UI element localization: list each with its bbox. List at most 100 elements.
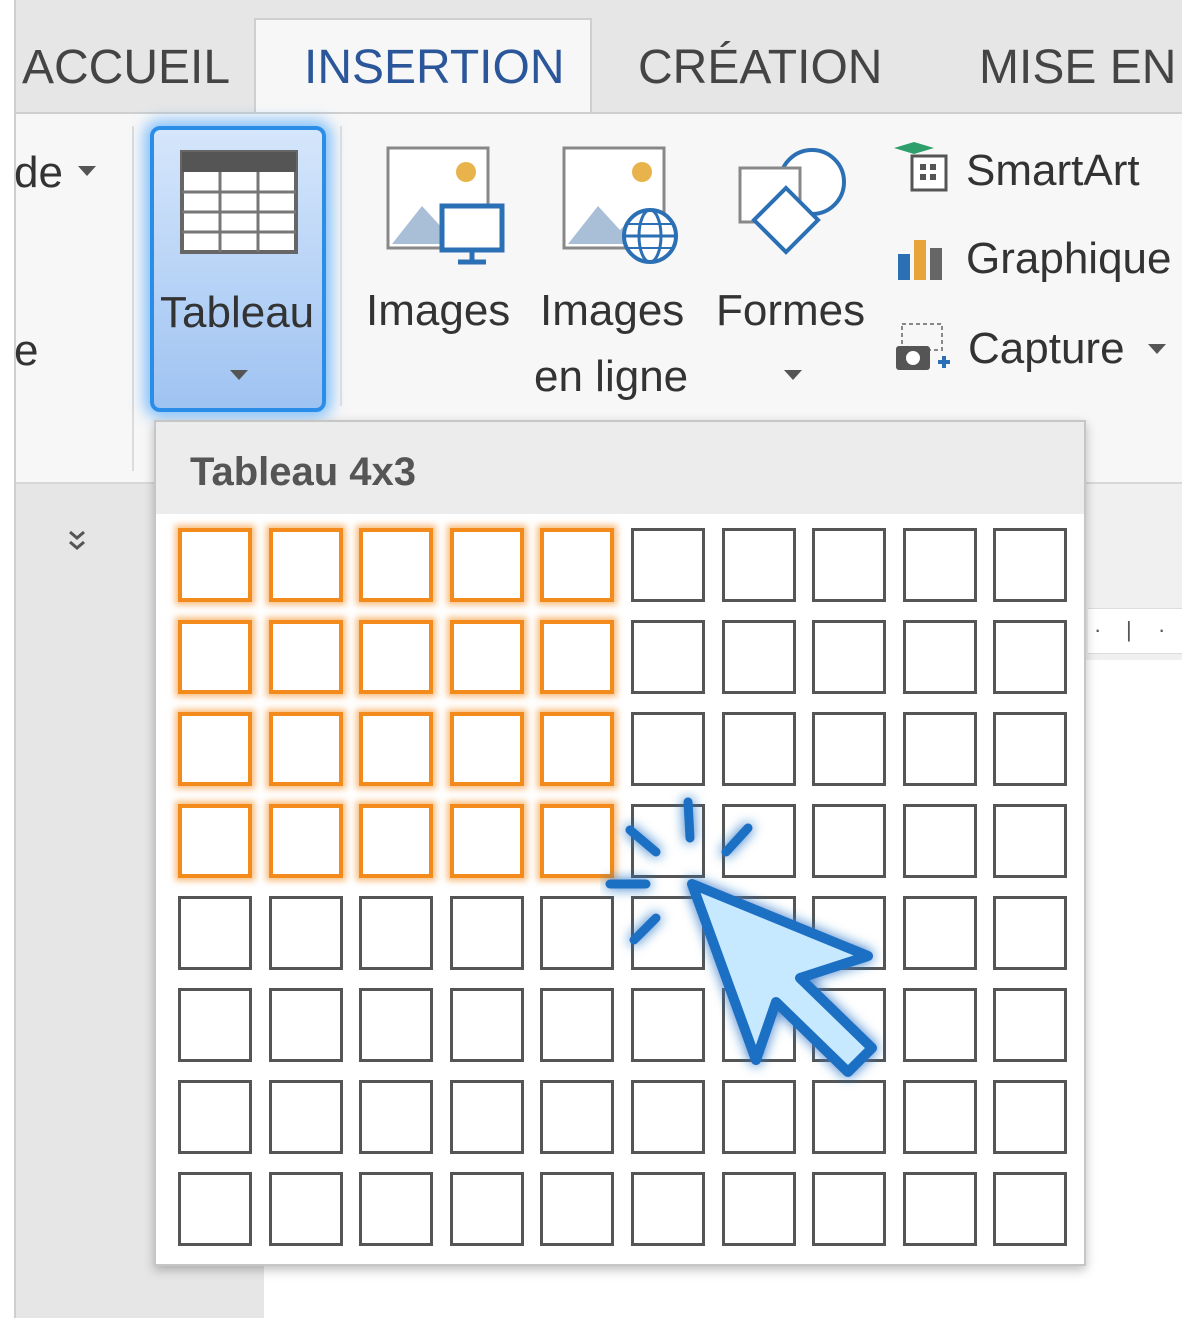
table-icon [180, 150, 298, 254]
ribbon-partial-item-bottom[interactable]: e [14, 326, 38, 376]
online-images-label-line2: en ligne [534, 352, 689, 401]
table-grid-cell[interactable] [993, 528, 1068, 602]
online-images-icon [562, 146, 678, 264]
table-grid-cell[interactable] [359, 1172, 434, 1246]
online-images-label-line1: Images [540, 286, 685, 335]
table-grid-cell[interactable] [902, 1080, 977, 1154]
table-grid-cell[interactable] [631, 1080, 705, 1154]
smartart-button[interactable]: SmartArt [890, 136, 1182, 206]
table-grid-cell[interactable] [721, 1172, 796, 1246]
table-grid-cell[interactable] [268, 1080, 343, 1154]
images-button-label: Images [366, 286, 511, 335]
table-grid-cell[interactable] [178, 988, 252, 1062]
chevron-down-icon [78, 166, 96, 176]
table-grid-cell-selected[interactable] [178, 620, 252, 694]
table-grid-cell[interactable] [812, 620, 887, 694]
screenshot-button[interactable]: Capture [890, 316, 1182, 386]
table-grid-cell-selected[interactable] [540, 528, 615, 602]
smartart-icon [894, 142, 948, 192]
table-grid-cell[interactable] [902, 620, 977, 694]
table-grid-cell[interactable] [449, 896, 524, 970]
table-grid-cell[interactable] [902, 896, 977, 970]
table-grid-cell[interactable] [812, 528, 887, 602]
table-grid-cell-selected[interactable] [540, 712, 615, 786]
table-grid-cell[interactable] [902, 988, 977, 1062]
table-grid-cell[interactable] [812, 1172, 887, 1246]
table-grid-cell[interactable] [359, 1080, 434, 1154]
table-grid-cell-selected[interactable] [449, 804, 524, 878]
tab-creation[interactable]: CRÉATION [638, 40, 882, 95]
table-grid-cell[interactable] [359, 988, 434, 1062]
table-grid-cell[interactable] [631, 712, 705, 786]
tab-accueil[interactable]: ACCUEIL [22, 40, 230, 95]
chart-icon [898, 240, 942, 280]
table-grid-cell-selected[interactable] [268, 804, 343, 878]
table-grid-cell[interactable] [268, 988, 343, 1062]
tab-mise-en-page[interactable]: MISE EN P [979, 40, 1182, 95]
table-grid-cell[interactable] [993, 1172, 1068, 1246]
table-grid-cell[interactable] [449, 988, 524, 1062]
tab-insertion-label: INSERTION [304, 41, 565, 94]
table-grid-cell-selected[interactable] [359, 620, 434, 694]
table-grid-cell[interactable] [449, 1080, 524, 1154]
ribbon-partial-item-top[interactable]: de [14, 148, 63, 198]
table-grid-cell[interactable] [721, 528, 796, 602]
table-button-label: Tableau [160, 288, 315, 337]
table-grid-cell[interactable] [178, 896, 252, 970]
table-grid-cell[interactable] [721, 1080, 796, 1154]
screenshot-icon [896, 323, 950, 370]
table-grid-cell[interactable] [268, 1172, 343, 1246]
table-grid-cell[interactable] [721, 620, 796, 694]
ribbon-group-separator [132, 126, 134, 471]
table-grid-cell[interactable] [993, 896, 1068, 970]
ribbon-tab-bar: ACCUEIL INSERTION CRÉATION MISE EN P [16, 0, 1182, 118]
table-grid-cell[interactable] [902, 804, 977, 878]
table-grid-cell[interactable] [631, 620, 705, 694]
chevron-down-icon [230, 370, 248, 380]
tab-insertion[interactable]: INSERTION [254, 18, 592, 118]
table-grid-cell-selected[interactable] [268, 528, 343, 602]
table-grid-cell[interactable] [268, 896, 343, 970]
table-grid-cell[interactable] [721, 712, 796, 786]
table-grid-cell[interactable] [449, 1172, 524, 1246]
table-grid-cell[interactable] [993, 1080, 1068, 1154]
collapse-icon[interactable] [66, 528, 88, 552]
table-grid-cell[interactable] [540, 1172, 615, 1246]
table-grid-cell[interactable] [812, 712, 887, 786]
table-grid-cell-selected[interactable] [268, 712, 343, 786]
table-grid-cell-selected[interactable] [359, 804, 434, 878]
ribbon-group-separator [340, 126, 342, 406]
screenshot-button-label: Capture [968, 324, 1125, 373]
table-grid-cell-selected[interactable] [178, 528, 252, 602]
table-grid-cell[interactable] [902, 712, 977, 786]
table-grid-cell[interactable] [993, 712, 1068, 786]
table-grid-cell-selected[interactable] [359, 528, 434, 602]
table-grid-cell[interactable] [902, 1172, 977, 1246]
table-grid-cell[interactable] [993, 620, 1068, 694]
table-grid-cell[interactable] [631, 528, 705, 602]
chart-button[interactable]: Graphique [890, 226, 1182, 296]
table-grid-cell[interactable] [178, 1080, 252, 1154]
shapes-button[interactable]: Formes [710, 140, 880, 400]
table-grid-cell-selected[interactable] [449, 528, 524, 602]
table-grid-cell[interactable] [993, 804, 1068, 878]
images-button[interactable]: Images [360, 140, 520, 360]
table-grid-cell-selected[interactable] [178, 712, 252, 786]
table-grid-cell-selected[interactable] [268, 620, 343, 694]
table-grid-cell-selected[interactable] [540, 620, 615, 694]
table-grid-cell-selected[interactable] [449, 712, 524, 786]
table-grid-cell-selected[interactable] [359, 712, 434, 786]
table-grid-cell-selected[interactable] [449, 620, 524, 694]
table-grid-cell[interactable] [812, 1080, 887, 1154]
table-grid-cell[interactable] [178, 1172, 252, 1246]
table-grid-cell[interactable] [540, 1080, 615, 1154]
table-grid-cell-selected[interactable] [178, 804, 252, 878]
table-grid-cell[interactable] [902, 528, 977, 602]
table-grid-cell[interactable] [631, 1172, 705, 1246]
chevron-down-icon [784, 370, 802, 380]
table-button[interactable]: Tableau [150, 126, 326, 412]
table-grid-cell[interactable] [359, 896, 434, 970]
images-icon [386, 146, 505, 265]
table-grid-cell[interactable] [993, 988, 1068, 1062]
online-images-button[interactable]: Images en ligne [534, 140, 700, 410]
